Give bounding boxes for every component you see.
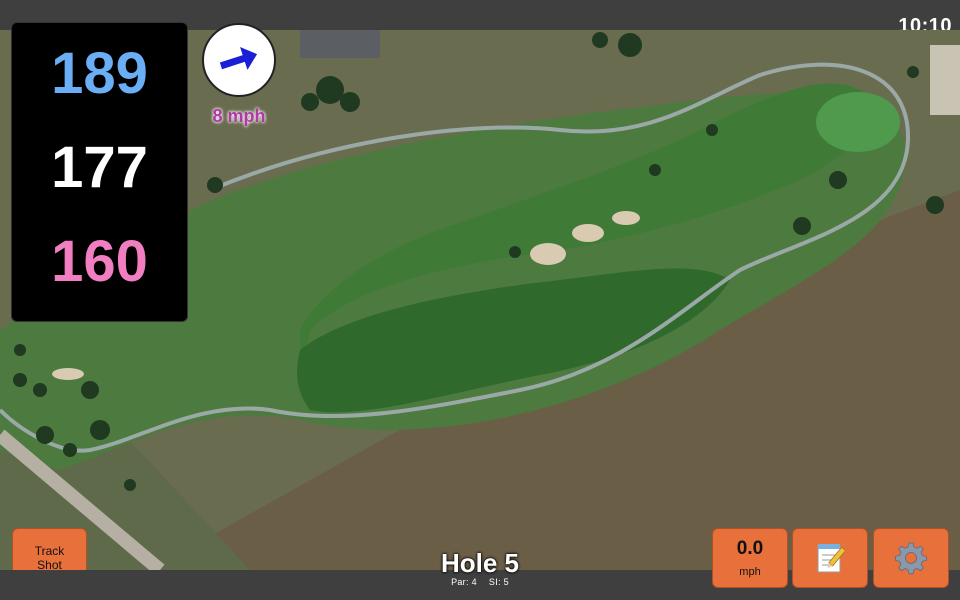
track-shot-label-line1: Track <box>34 544 65 558</box>
arrow-right-icon <box>219 47 258 70</box>
notes-button[interactable] <box>792 528 868 588</box>
hole-info: Par: 4 SI: 5 <box>400 577 560 587</box>
gear-icon <box>895 542 927 575</box>
hole-stroke-index: SI: 5 <box>488 577 509 587</box>
speed-value: 0.0 <box>736 538 764 559</box>
wind-indicator <box>202 23 276 97</box>
speed-unit: mph <box>739 566 761 578</box>
settings-button[interactable] <box>873 528 949 588</box>
notepad-icon <box>817 544 845 573</box>
hole-par: Par: 4 <box>451 577 477 587</box>
hole-title: Hole 5 <box>440 548 520 578</box>
distance-front: 160 <box>51 229 148 294</box>
speed-button[interactable]: 0.0 mph <box>712 528 788 588</box>
wind-speed-label: 8 mph <box>212 106 266 126</box>
distance-panel: 189 177 160 <box>11 22 188 322</box>
distance-back: 189 <box>51 41 148 106</box>
distance-middle: 177 <box>51 135 148 200</box>
